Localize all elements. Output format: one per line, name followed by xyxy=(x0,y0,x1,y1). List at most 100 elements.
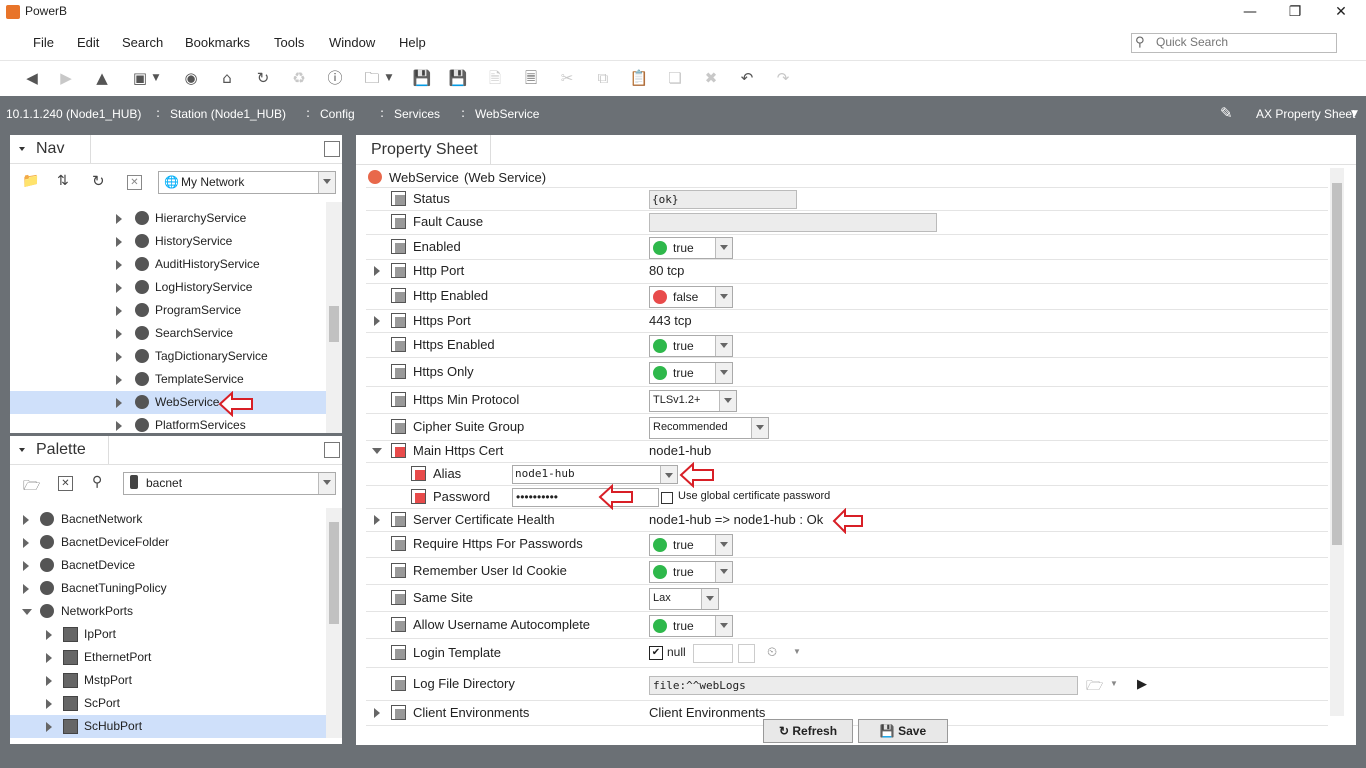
module-select[interactable]: bacnet xyxy=(123,472,336,495)
tab-property-sheet[interactable]: Property Sheet xyxy=(371,141,478,159)
palette-item[interactable]: ScPort xyxy=(10,692,326,715)
breadcrumb-services[interactable]: Services xyxy=(394,107,440,121)
breadcrumb-config[interactable]: Config xyxy=(320,107,355,121)
maximize-pane-icon[interactable] xyxy=(324,141,340,157)
history-icon[interactable]: ♻ xyxy=(289,68,309,88)
expand-icon[interactable] xyxy=(374,316,380,326)
forward-icon[interactable]: ▶ xyxy=(56,68,76,88)
delete-icon[interactable]: ✖ xyxy=(701,68,721,88)
palette-scroll-thumb[interactable] xyxy=(329,522,339,624)
palette-collapse-icon[interactable] xyxy=(19,448,25,452)
open-folder-icon[interactable]: 🗀 xyxy=(362,68,382,88)
close-nav-icon[interactable]: ✕ xyxy=(127,175,142,190)
screenshot-icon[interactable]: ◉ xyxy=(181,68,201,88)
open-folder-dropdown-icon[interactable]: ▼ xyxy=(383,68,395,88)
menu-tools[interactable]: Tools xyxy=(274,35,304,50)
bool-select[interactable]: true xyxy=(649,362,733,384)
chevron-down-icon[interactable] xyxy=(715,363,732,383)
expand-icon[interactable] xyxy=(23,584,29,594)
chevron-down-icon[interactable] xyxy=(715,238,732,258)
chevron-down-icon[interactable] xyxy=(719,391,736,411)
bool-select[interactable]: true xyxy=(649,335,733,357)
expand-icon[interactable] xyxy=(116,398,122,408)
palette-scrollbar[interactable] xyxy=(326,508,342,738)
close-palette-icon[interactable]: ✕ xyxy=(58,476,73,491)
expand-icon[interactable] xyxy=(116,352,122,362)
bool-select[interactable]: false xyxy=(649,286,733,308)
enum-select[interactable]: Lax xyxy=(649,588,719,610)
nav-item[interactable]: HierarchyService xyxy=(10,207,326,230)
nav-item[interactable]: AuditHistoryService xyxy=(10,253,326,276)
property-scrollbar[interactable] xyxy=(1330,168,1344,716)
chevron-down-icon[interactable] xyxy=(715,336,732,356)
expand-icon[interactable] xyxy=(116,283,122,293)
copy-icon[interactable]: ⧉ xyxy=(593,68,613,88)
maximize-button[interactable]: ❐ xyxy=(1272,2,1318,22)
nav-item[interactable]: SearchService xyxy=(10,322,326,345)
doc-icon[interactable]: 🗎 xyxy=(485,68,505,88)
expand-icon[interactable] xyxy=(116,237,122,247)
side-bar-dropdown-icon[interactable]: ▼ xyxy=(150,68,162,88)
bool-select[interactable]: true xyxy=(649,534,733,556)
bool-select[interactable]: true xyxy=(649,237,733,259)
menu-edit[interactable]: Edit xyxy=(77,35,99,50)
template-field[interactable] xyxy=(738,644,755,663)
expand-icon[interactable] xyxy=(116,375,122,385)
collapse-icon[interactable] xyxy=(372,448,382,454)
refresh-button[interactable]: ↻ Refresh xyxy=(763,719,853,743)
view-selector[interactable]: AX Property Sheet xyxy=(1256,107,1355,121)
clock-icon[interactable]: ⏲ xyxy=(767,644,777,660)
menu-help[interactable]: Help xyxy=(399,35,426,50)
palette-item[interactable]: MstpPort xyxy=(10,669,326,692)
expand-icon[interactable] xyxy=(374,515,380,525)
up-level-icon[interactable]: ▲ xyxy=(92,68,112,88)
collapse-icon[interactable] xyxy=(22,609,32,615)
checkbox[interactable] xyxy=(661,492,673,504)
chevron-down-icon[interactable] xyxy=(701,589,718,609)
save-all-icon[interactable]: 💾 xyxy=(448,68,468,88)
chevron-down-icon[interactable] xyxy=(715,535,732,555)
nav-item[interactable]: TemplateService xyxy=(10,368,326,391)
expand-icon[interactable] xyxy=(23,515,29,525)
expand-icon[interactable] xyxy=(46,722,52,732)
pencil-icon[interactable]: ✎ xyxy=(1220,104,1233,122)
alias-select[interactable]: node1-hub xyxy=(512,465,678,484)
expand-icon[interactable] xyxy=(374,266,380,276)
nav-item[interactable]: TagDictionaryService xyxy=(10,345,326,368)
chevron-down-icon[interactable] xyxy=(751,418,768,438)
bool-select[interactable]: true xyxy=(649,615,733,637)
sort-icon[interactable]: ⇅ xyxy=(57,173,69,189)
template-field[interactable] xyxy=(693,644,733,663)
cut-icon[interactable]: ✂ xyxy=(557,68,577,88)
back-icon[interactable]: ◀ xyxy=(22,68,42,88)
edit-doc-icon[interactable]: 🗏 xyxy=(521,68,541,88)
expand-icon[interactable] xyxy=(116,306,122,316)
sync-icon[interactable]: ↻ xyxy=(92,172,105,190)
find-palette-icon[interactable]: ⚲ xyxy=(92,474,102,490)
save-button[interactable]: 💾 Save xyxy=(858,719,948,743)
chevron-down-icon[interactable] xyxy=(660,466,677,483)
palette-item[interactable]: BacnetDevice xyxy=(10,554,326,577)
breadcrumb-webservice[interactable]: WebService xyxy=(475,107,539,121)
chevron-down-icon[interactable]: ▼ xyxy=(1110,679,1118,688)
expand-icon[interactable] xyxy=(23,561,29,571)
palette-item[interactable]: NetworkPorts xyxy=(10,600,326,623)
palette-item[interactable]: BacnetDeviceFolder xyxy=(10,531,326,554)
info-icon[interactable]: ⓘ xyxy=(325,68,345,88)
bool-select[interactable]: true xyxy=(649,561,733,583)
expand-icon[interactable] xyxy=(116,214,122,224)
expand-icon[interactable] xyxy=(46,699,52,709)
palette-item[interactable]: ScHubPort xyxy=(10,715,326,738)
redo-icon[interactable]: ↷ xyxy=(773,68,793,88)
expand-icon[interactable] xyxy=(23,538,29,548)
network-select[interactable]: 🌐 My Network xyxy=(158,171,336,194)
menu-bookmarks[interactable]: Bookmarks xyxy=(185,35,250,50)
palette-item[interactable]: EthernetPort xyxy=(10,646,326,669)
password-field[interactable]: •••••••••• xyxy=(512,488,659,507)
nav-item[interactable]: ProgramService xyxy=(10,299,326,322)
home-icon[interactable]: ⌂ xyxy=(217,68,237,88)
expand-icon[interactable] xyxy=(46,653,52,663)
breadcrumb-station[interactable]: Station (Node1_HUB) xyxy=(170,107,286,121)
nav-scrollbar[interactable] xyxy=(326,202,342,433)
close-button[interactable]: ✕ xyxy=(1318,2,1364,22)
